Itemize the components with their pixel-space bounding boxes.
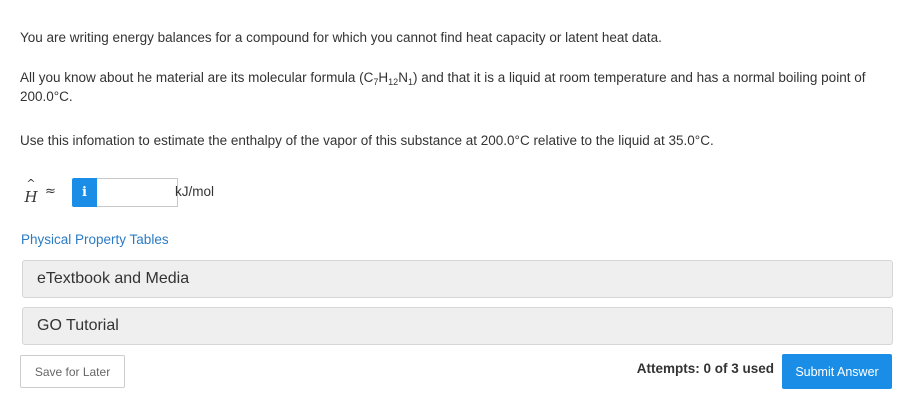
info-icon[interactable]: i xyxy=(72,178,97,207)
formula-element-h: H xyxy=(378,70,389,85)
go-tutorial-label: GO Tutorial xyxy=(37,317,119,334)
given-text-before: All you know about he material are its m… xyxy=(20,70,364,85)
formula-element-n: N xyxy=(398,70,408,85)
attempts-counter: Attempts: 0 of 3 used xyxy=(636,361,774,376)
question-intro: You are writing energy balances for a co… xyxy=(20,30,662,45)
enthalpy-answer-input[interactable] xyxy=(97,178,178,207)
etextbook-media-panel[interactable]: eTextbook and Media xyxy=(22,260,893,298)
physical-property-tables-link[interactable]: Physical Property Tables xyxy=(21,232,169,247)
submit-answer-button[interactable]: Submit Answer xyxy=(782,354,892,389)
unit-label: kJ/mol xyxy=(175,184,215,199)
approx-sign: ≈ xyxy=(45,184,56,199)
enthalpy-symbol: ^ H xyxy=(22,178,40,206)
question-given: All you know about he material are its m… xyxy=(20,68,896,106)
question-task: Use this infomation to estimate the enth… xyxy=(20,133,714,148)
go-tutorial-panel[interactable]: GO Tutorial xyxy=(22,307,893,345)
enthalpy-letter: H xyxy=(24,188,38,206)
info-icon-glyph: i xyxy=(82,185,87,200)
save-for-later-button[interactable]: Save for Later xyxy=(20,355,125,388)
formula-element-c: C xyxy=(363,70,374,85)
etextbook-media-label: eTextbook and Media xyxy=(37,270,190,287)
formula-subscript-h: 12 xyxy=(388,77,399,87)
